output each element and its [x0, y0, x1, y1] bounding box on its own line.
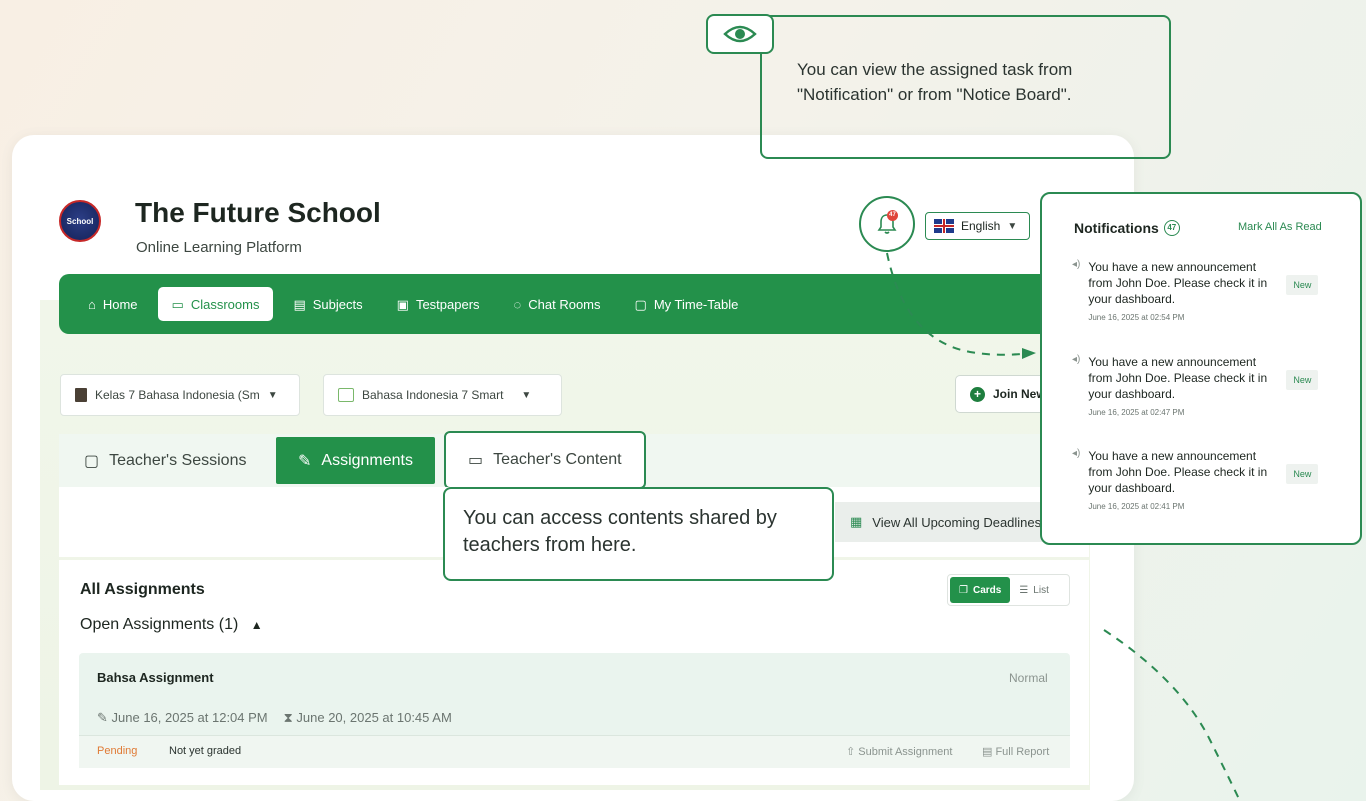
bell-connector-line — [886, 252, 1031, 356]
connector-lines — [886, 252, 1241, 801]
side-connector-line — [1103, 629, 1241, 801]
arrow-head-icon — [1022, 348, 1036, 359]
